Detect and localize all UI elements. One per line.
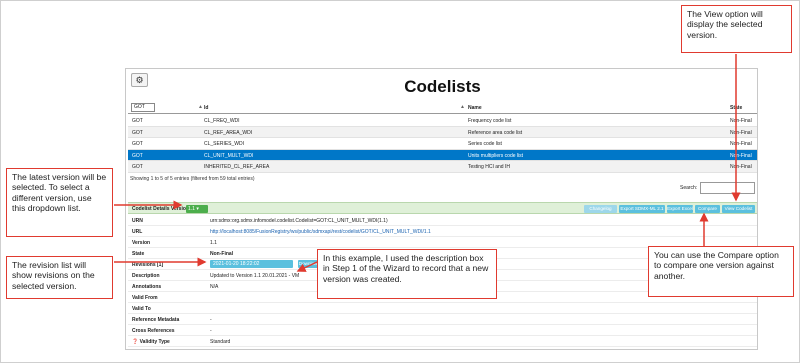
version-value: 1.1 bbox=[210, 240, 217, 246]
detail-row-validity-type: ❓ Validity Type Standard bbox=[128, 336, 757, 347]
reference-metadata-value: - bbox=[210, 317, 212, 323]
valid-from-label: Valid From bbox=[132, 295, 158, 301]
validity-type-value: Standard bbox=[210, 339, 231, 345]
changelog-button[interactable]: Changelog bbox=[584, 205, 617, 213]
urn-value: urn:sdmx:org.sdmx.infomodel.codelist.Cod… bbox=[210, 218, 388, 224]
column-header-state[interactable]: State bbox=[730, 105, 742, 111]
cell-agency: GOT bbox=[132, 164, 143, 170]
table-row-selected[interactable]: GOT CL_UNIT_MULT_WDI Units multipliers c… bbox=[128, 149, 757, 161]
detail-row-urn: URN urn:sdmx:org.sdmx.infomodel.codelist… bbox=[128, 215, 757, 226]
codelist-table-body: GOT CL_FREQ_WDI Frequency code list Non-… bbox=[128, 115, 757, 173]
cell-id: CL_UNIT_MULT_WDI bbox=[204, 152, 254, 159]
codelist-details-bar: Codelist Details Version 1.1 ▾ Changelog… bbox=[128, 202, 757, 214]
cell-name: Reference area code list bbox=[468, 129, 523, 136]
revisions-value: 2021-01-20 18:22:02 bbox=[213, 261, 260, 267]
codelists-panel: ⚙ Codelists GOT ▲ Id ▲ Name State GOT CL… bbox=[125, 68, 758, 350]
detail-row-reference-metadata: Reference Metadata - bbox=[128, 314, 757, 325]
cell-id: CL_REF_AREA_WDI bbox=[204, 129, 253, 136]
detail-row-cross-references: Cross References - bbox=[128, 325, 757, 336]
validity-type-label-text: Validity Type bbox=[139, 339, 170, 345]
callout-view: The View option will display the selecte… bbox=[681, 5, 792, 53]
callout-description: In this example, I used the description … bbox=[317, 249, 497, 299]
cell-agency: GOT bbox=[132, 152, 143, 159]
search-input[interactable] bbox=[700, 182, 755, 194]
cell-state: Non-Final bbox=[730, 129, 752, 136]
cell-state: Non-Final bbox=[730, 164, 752, 170]
cell-agency: GOT bbox=[132, 141, 143, 147]
version-label: Version bbox=[132, 240, 151, 246]
revisions-dropdown[interactable]: 2021-01-20 18:22:02 bbox=[210, 260, 293, 268]
export-sdmx-button[interactable]: Export SDMX-ML 2.1 bbox=[619, 205, 665, 213]
reference-metadata-label: Reference Metadata bbox=[132, 317, 180, 323]
table-row[interactable]: GOT INHERITED_CL_REF_AREA Testing HCI an… bbox=[128, 161, 757, 173]
cell-id: CL_FREQ_WDI bbox=[204, 118, 240, 124]
cell-state: Non-Final bbox=[730, 118, 752, 124]
table-row[interactable]: GOT CL_REF_AREA_WDI Reference area code … bbox=[128, 126, 757, 138]
validity-type-label: ❓ Validity Type bbox=[132, 339, 170, 345]
state-label: State bbox=[132, 251, 145, 257]
table-info: Showing 1 to 5 of 5 entries (filtered fr… bbox=[130, 176, 255, 182]
view-codelist-button[interactable]: View Codelist bbox=[722, 205, 755, 213]
search-label: Search: bbox=[680, 185, 698, 191]
sort-icon[interactable]: ▲ bbox=[460, 104, 465, 110]
detail-row-valid-to: Valid To bbox=[128, 303, 757, 314]
url-label: URL bbox=[132, 229, 143, 235]
callout-revision-list: The revision list will show revisions on… bbox=[6, 256, 113, 299]
annotations-value: N/A bbox=[210, 284, 219, 290]
cell-state: Non-Final bbox=[730, 152, 752, 159]
cell-agency: GOT bbox=[132, 129, 143, 136]
revisions-label: Revisions [1] bbox=[132, 262, 164, 268]
page-title: Codelists bbox=[404, 77, 481, 96]
cross-references-value: - bbox=[210, 328, 212, 334]
export-excel-button[interactable]: Export Excel bbox=[667, 205, 693, 213]
urn-label: URN bbox=[132, 218, 143, 224]
cell-name: Frequency code list bbox=[468, 118, 512, 124]
valid-to-label: Valid To bbox=[132, 306, 151, 312]
table-row[interactable]: GOT CL_FREQ_WDI Frequency code list Non-… bbox=[128, 115, 757, 127]
table-row[interactable]: GOT CL_SERIES_WDI Series code list Non-F… bbox=[128, 138, 757, 150]
column-header-name[interactable]: Name bbox=[468, 105, 482, 111]
cell-name: Testing HCI and IH bbox=[468, 164, 510, 170]
cell-state: Non-Final bbox=[730, 141, 752, 147]
column-header-id[interactable]: Id bbox=[204, 105, 208, 111]
cell-name: Series code list bbox=[468, 141, 502, 147]
description-value: Updated to Version 1.1 20.01.2021 - VM bbox=[210, 273, 300, 279]
cell-agency: GOT bbox=[132, 118, 143, 124]
detail-row-url: URL http://localhost:8085/FusionRegistry… bbox=[128, 226, 757, 237]
cell-id: CL_SERIES_WDI bbox=[204, 141, 245, 147]
description-label: Description bbox=[132, 273, 160, 279]
compare-button[interactable]: Compare bbox=[695, 205, 720, 213]
table-header: GOT ▲ Id ▲ Name State bbox=[128, 102, 757, 114]
details-title: Codelist Details Version bbox=[132, 206, 189, 212]
version-dropdown-value: 1.1 bbox=[188, 206, 195, 212]
url-link[interactable]: http://localhost:8085/FusionRegistry/ws/… bbox=[210, 229, 431, 235]
question-circle-icon[interactable]: ❓ bbox=[132, 339, 138, 345]
state-value: Non-Final bbox=[210, 251, 234, 257]
version-dropdown[interactable]: 1.1 ▾ bbox=[186, 205, 208, 213]
cell-id: INHERITED_CL_REF_AREA bbox=[204, 164, 270, 170]
callout-latest-version: The latest version will be selected. To … bbox=[6, 168, 113, 237]
cell-name: Units multipliers code list bbox=[468, 152, 524, 159]
cross-references-label: Cross References bbox=[132, 328, 175, 334]
callout-compare: You can use the Compare option to compar… bbox=[648, 246, 794, 297]
annotations-label: Annotations bbox=[132, 284, 162, 290]
agency-filter-select[interactable]: GOT bbox=[131, 103, 155, 112]
sort-icon[interactable]: ▲ bbox=[198, 104, 203, 110]
